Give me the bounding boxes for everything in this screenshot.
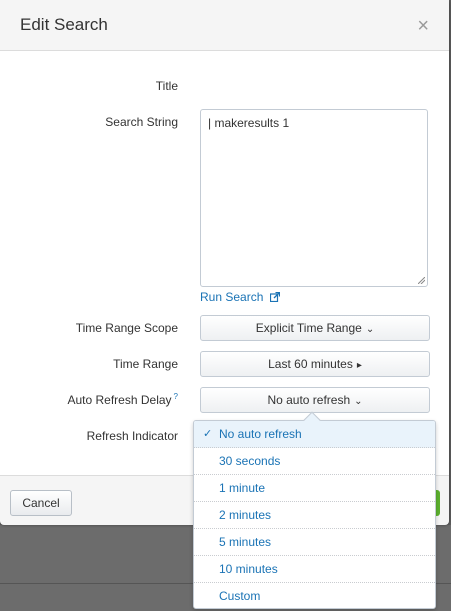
option-label: 10 minutes	[219, 562, 278, 576]
option-10-minutes[interactable]: 10 minutes	[194, 556, 435, 583]
option-label: 5 minutes	[219, 535, 272, 549]
auto-refresh-options-menu: ✓ No auto refresh 30 seconds 1 minute 2 …	[193, 420, 436, 609]
option-label: Custom	[219, 589, 261, 603]
time-range-scope-dropdown[interactable]: Explicit Time Range ⌄	[200, 315, 430, 341]
time-range-scope-value: Explicit Time Range	[255, 321, 362, 335]
help-icon[interactable]: ?	[174, 392, 178, 401]
search-string-label: Search String	[105, 115, 178, 129]
chevron-down-icon: ⌄	[354, 396, 363, 407]
option-custom[interactable]: Custom	[194, 583, 435, 608]
option-label: 2 minutes	[219, 508, 272, 522]
cancel-button[interactable]: Cancel	[10, 490, 72, 516]
option-label: No auto refresh	[219, 427, 302, 441]
time-range-picker[interactable]: Last 60 minutes ▸	[200, 351, 430, 377]
time-range-value: Last 60 minutes	[268, 357, 353, 371]
auto-refresh-delay-dropdown[interactable]: No auto refresh ⌄	[200, 387, 430, 413]
time-range-label: Time Range	[113, 357, 178, 371]
search-string-textarea[interactable]: | makeresults 1	[200, 109, 428, 287]
refresh-indicator-label: Refresh Indicator	[86, 429, 178, 443]
close-icon[interactable]: ×	[417, 16, 429, 36]
option-1-minute[interactable]: 1 minute	[194, 475, 435, 502]
dialog-header: Edit Search ×	[0, 0, 449, 51]
option-label: 30 seconds	[219, 454, 281, 468]
check-icon: ✓	[203, 428, 213, 440]
time-range-scope-label: Time Range Scope	[75, 321, 178, 335]
auto-refresh-delay-value: No auto refresh	[267, 393, 351, 407]
caret-right-icon: ▸	[356, 360, 362, 371]
title-label: Title	[155, 79, 178, 93]
dialog-title: Edit Search	[20, 15, 108, 34]
auto-refresh-delay-label-text: Auto Refresh Delay	[67, 393, 172, 407]
option-2-minutes[interactable]: 2 minutes	[194, 502, 435, 529]
option-label: 1 minute	[219, 481, 266, 495]
run-search-link[interactable]: Run Search	[200, 290, 280, 304]
auto-refresh-delay-label: Auto Refresh Delay?	[67, 392, 178, 407]
search-string-value: | makeresults 1	[208, 116, 290, 130]
external-link-icon	[269, 292, 280, 302]
option-30-seconds[interactable]: 30 seconds	[194, 448, 435, 475]
run-search-label: Run Search	[200, 290, 264, 304]
resize-handle-icon[interactable]	[418, 277, 425, 284]
chevron-down-icon: ⌄	[365, 324, 375, 335]
option-5-minutes[interactable]: 5 minutes	[194, 529, 435, 556]
